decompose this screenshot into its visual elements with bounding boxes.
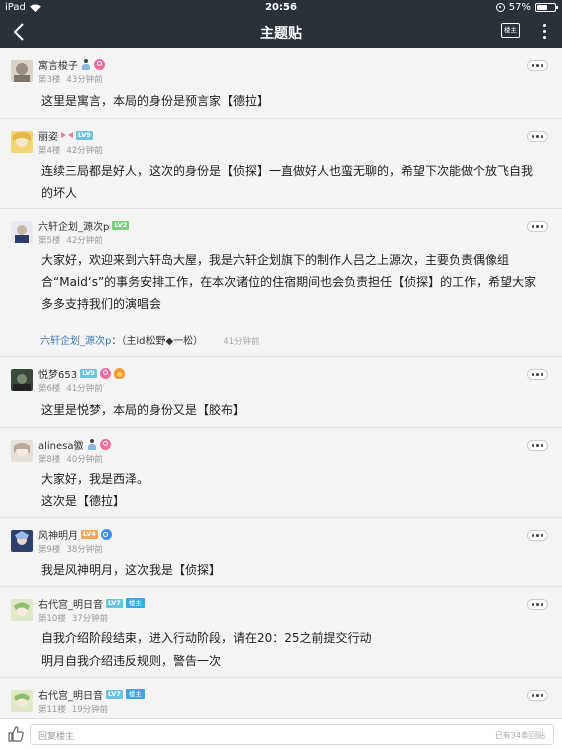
reply-placeholder: 回复楼主 <box>38 732 75 742</box>
post-time: 43分钟前 <box>66 75 103 85</box>
battery-icon <box>535 3 558 12</box>
floor-number: 第10楼 <box>38 614 66 624</box>
post-time: 38分钟前 <box>66 545 103 555</box>
level-badge: LV4 <box>81 529 98 539</box>
user-badge-icon <box>87 438 97 450</box>
post-more-button[interactable] <box>527 690 548 701</box>
post-item: alinesa徽 第8楼 40分钟前 大家好，我是西泽。 这次是【德拉】 <box>0 428 562 518</box>
female-icon <box>94 58 105 70</box>
post-content-line2: 明月自我介绍违反规则，警告一次 <box>41 654 222 668</box>
more-menu-icon[interactable] <box>541 22 547 42</box>
post-time: 40分钟前 <box>66 455 103 465</box>
post-content-line2: 这次是【德拉】 <box>41 494 126 508</box>
nav-bar: 主题贴 楼主 <box>0 16 562 48</box>
avatar[interactable] <box>11 690 33 712</box>
floor-number: 第8楼 <box>38 455 61 465</box>
avatar[interactable] <box>11 221 33 243</box>
username[interactable]: 风神明月 <box>38 527 78 542</box>
username[interactable]: 六轩企划_源次p <box>38 218 109 233</box>
post-more-button[interactable] <box>527 60 548 71</box>
post-item: 六轩企划_源次p LV2 第5楼 42分钟前 大家好，欢迎来到六轩岛大屋，我是六轩… <box>0 209 562 357</box>
level-badge: LV9 <box>76 130 93 140</box>
reply-input[interactable]: 回复楼主 已有34条回贴 <box>30 724 554 745</box>
sub-reply[interactable]: 六轩企划_源次p：（主id松野◆一松） 41分钟前 <box>40 332 260 347</box>
op-badge: 楼主 <box>125 598 145 608</box>
post-time: 42分钟前 <box>66 146 103 156</box>
bow-icon <box>61 131 73 140</box>
post-more-button[interactable] <box>527 221 548 232</box>
status-bar: iPad 20:56 57% <box>0 0 562 16</box>
post-more-button[interactable] <box>527 369 548 380</box>
avatar[interactable] <box>11 599 33 621</box>
post-content: 我是风神明月，这次我是【侦探】 <box>41 563 222 577</box>
clock: 20:56 <box>265 2 297 13</box>
female-icon <box>99 367 111 379</box>
floor-number: 第3楼 <box>38 75 61 85</box>
level-badge: LV7 <box>106 598 123 608</box>
username[interactable]: 右代宫_明日音 <box>38 596 103 611</box>
post-more-button[interactable] <box>527 599 548 610</box>
rotation-lock-icon <box>495 3 505 12</box>
post-content: 自我介绍阶段结束，进入行动阶段，请在20：25之前提交行动 <box>41 631 372 645</box>
fire-icon <box>113 367 125 379</box>
post-time: 19分钟前 <box>71 705 109 715</box>
post-item: 风神明月 LV4 第9楼 38分钟前 我是风神明月，这次我是【侦探】 <box>0 518 562 587</box>
post-item: 寓言梭子 第3楼 43分钟前 这里是寓言，本局的身份是预言家【德拉】 <box>0 48 562 119</box>
level-badge: LV2 <box>112 220 130 230</box>
post-more-button[interactable] <box>527 440 548 451</box>
floor-number: 第11楼 <box>38 705 66 715</box>
post-more-button[interactable] <box>527 131 548 142</box>
username[interactable]: 悦梦653 <box>38 366 77 381</box>
post-content: 大家好，欢迎来到六轩岛大屋，我是六轩企划旗下的制作人吕之上源次，主要负责偶像组合… <box>41 253 537 311</box>
reply-username[interactable]: 六轩企划_源次p <box>40 336 111 347</box>
post-content: 这里是寓言，本局的身份是预言家【德拉】 <box>41 94 270 108</box>
level-badge: LV9 <box>80 368 97 378</box>
reply-text: ：（主id松野◆一松） <box>111 336 204 347</box>
post-time: 42分钟前 <box>66 236 103 246</box>
post-item: 丽姿 LV9 第4楼 42分钟前 连续三局都是好人，这次的身份是【侦探】一直做好人… <box>0 119 562 209</box>
reply-bar: 回复楼主 已有34条回贴 <box>0 718 562 750</box>
post-item: 右代宫_明日音 LV7 楼主 第10楼 37分钟前 自我介绍阶段结束，进入行动阶段… <box>0 587 562 678</box>
avatar[interactable] <box>11 530 33 552</box>
page-title: 主题贴 <box>260 26 302 42</box>
post-time: 37分钟前 <box>71 614 109 624</box>
female-icon <box>99 438 111 450</box>
thumbs-up-icon[interactable] <box>8 726 24 742</box>
floor-number: 第9楼 <box>38 545 61 555</box>
post-item: 悦梦653 LV9 第6楼 41分钟前 这里是悦梦，本局的身份又是【胶布】 <box>0 357 562 428</box>
avatar[interactable] <box>11 369 33 391</box>
avatar[interactable] <box>11 60 33 82</box>
post-content: 连续三局都是好人，这次的身份是【侦探】一直做好人也蛮无聊的，希望下次能做个放飞自… <box>41 164 534 200</box>
avatar[interactable] <box>11 440 33 462</box>
floor-number: 第4楼 <box>38 146 61 156</box>
only-op-button[interactable]: 楼主 <box>501 23 520 38</box>
reply-time: 41分钟前 <box>223 337 260 347</box>
reply-count: 已有34条回贴 <box>494 731 545 740</box>
username[interactable]: 丽姿 <box>38 128 58 143</box>
username[interactable]: 寓言梭子 <box>38 57 78 72</box>
post-time: 41分钟前 <box>66 384 103 394</box>
battery-percent: 57% <box>508 2 531 13</box>
level-badge: LV7 <box>106 689 123 699</box>
floor-number: 第6楼 <box>38 384 61 394</box>
post-more-button[interactable] <box>527 530 548 541</box>
username[interactable]: alinesa徽 <box>38 437 84 452</box>
post-item: 右代宫_明日音 LV7 楼主 第11楼 19分钟前 <box>0 678 562 718</box>
post-content: 这里是悦梦，本局的身份又是【胶布】 <box>41 403 246 417</box>
user-badge-icon <box>81 58 91 70</box>
post-content: 大家好，我是西泽。 <box>41 472 150 486</box>
male-icon <box>100 528 112 540</box>
username[interactable]: 右代宫_明日音 <box>38 687 103 702</box>
post-list: 寓言梭子 第3楼 43分钟前 这里是寓言，本局的身份是预言家【德拉】 丽姿 LV9… <box>0 48 562 718</box>
avatar[interactable] <box>11 131 33 153</box>
op-badge: 楼主 <box>125 689 145 699</box>
floor-number: 第5楼 <box>38 236 61 246</box>
